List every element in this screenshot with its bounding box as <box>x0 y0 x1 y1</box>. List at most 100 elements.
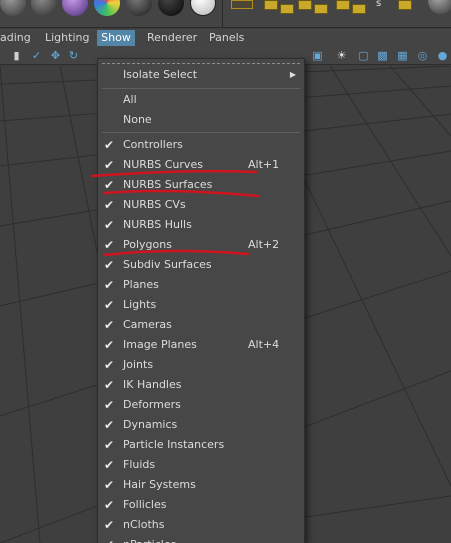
menu-item-label: All <box>123 93 137 106</box>
checkmark-icon: ✔ <box>103 518 115 532</box>
material-shelf-icon[interactable] <box>126 0 152 16</box>
grid-tool-icon[interactable] <box>398 0 412 10</box>
isolate-icon[interactable]: ◎ <box>416 49 429 62</box>
menu-item-nparticles[interactable]: ✔ nParticles <box>98 535 304 543</box>
menu-item-nurbs-surfaces[interactable]: ✔ NURBS Surfaces <box>98 175 304 195</box>
grid-tool-icon[interactable] <box>336 0 350 10</box>
camera-move-icon[interactable]: ✥ <box>49 49 62 62</box>
tumble-icon[interactable]: ↻ <box>67 49 80 62</box>
uv-tool-icon[interactable] <box>231 0 253 9</box>
menu-divider <box>102 132 300 133</box>
grid-tool-icon[interactable] <box>352 4 366 14</box>
menu-item-label: Joints <box>123 358 154 371</box>
material-shelf-icon[interactable] <box>94 0 120 16</box>
menu-item-label: Controllers <box>123 138 183 151</box>
menu-item-label: NURBS Surfaces <box>123 178 213 191</box>
submenu-arrow-icon: ▶ <box>289 70 296 79</box>
show-menu-dropdown: Isolate Select ▶ All None ✔ Controllers ✔ N… <box>97 58 305 543</box>
resolution-gate-icon[interactable]: ● <box>436 49 449 62</box>
menu-item-ik-handles[interactable]: ✔ IK Handles <box>98 375 304 395</box>
checkmark-icon: ✔ <box>103 158 115 172</box>
render-sphere-icon[interactable] <box>428 0 451 14</box>
grid-tool-icon[interactable] <box>298 0 312 10</box>
checkmark-icon: ✔ <box>103 258 115 272</box>
menu-shading[interactable]: ading <box>0 30 34 46</box>
menu-item-subdiv-surfaces[interactable]: ✔ Subdiv Surfaces <box>98 255 304 275</box>
panel-menu-bar: ading Lighting Show Renderer Panels <box>0 29 451 47</box>
sphere-shelf-icon[interactable] <box>31 0 57 16</box>
menu-item-nurbs-cvs[interactable]: ✔ NURBS CVs <box>98 195 304 215</box>
menu-item-none[interactable]: None <box>98 110 304 130</box>
shelf-divider <box>222 0 223 27</box>
menu-item-label: NURBS Hulls <box>123 218 192 231</box>
menu-item-label: Image Planes <box>123 338 197 351</box>
select-camera-icon[interactable]: ✓ <box>30 49 43 62</box>
menu-item-planes[interactable]: ✔ Planes <box>98 275 304 295</box>
menu-item-isolate-select[interactable]: Isolate Select ▶ <box>98 65 304 85</box>
menu-item-hair-systems[interactable]: ✔ Hair Systems <box>98 475 304 495</box>
shortcut-label: Alt+1 <box>248 158 280 171</box>
wireframe-icon[interactable]: ▩ <box>376 49 389 62</box>
menu-panels[interactable]: Panels <box>206 30 247 46</box>
menu-item-cameras[interactable]: ✔ Cameras <box>98 315 304 335</box>
menu-item-deformers[interactable]: ✔ Deformers <box>98 395 304 415</box>
menu-item-label: Particle Instancers <box>123 438 225 451</box>
checkmark-icon: ✔ <box>103 238 115 252</box>
menu-item-label: Isolate Select <box>123 68 198 81</box>
menu-item-polygons[interactable]: ✔ Polygons Alt+2 <box>98 235 304 255</box>
checkmark-icon: ✔ <box>103 278 115 292</box>
lighting-icon[interactable]: ☀ <box>335 49 348 62</box>
menu-item-nurbs-hulls[interactable]: ✔ NURBS Hulls <box>98 215 304 235</box>
menu-item-label: Deformers <box>123 398 181 411</box>
menu-item-nurbs-curves[interactable]: ✔ NURBS Curves Alt+1 <box>98 155 304 175</box>
menu-show[interactable]: Show <box>97 30 135 46</box>
checkmark-icon: ✔ <box>103 198 115 212</box>
shortcut-label: Alt+2 <box>248 238 280 251</box>
menu-item-label: Fluids <box>123 458 156 471</box>
material-shelf-icon[interactable] <box>158 0 184 16</box>
menu-item-label: IK Handles <box>123 378 182 391</box>
menu-item-controllers[interactable]: ✔ Controllers <box>98 135 304 155</box>
menu-item-label: Subdiv Surfaces <box>123 258 212 271</box>
menu-item-image-planes[interactable]: ✔ Image Planes Alt+4 <box>98 335 304 355</box>
menu-lighting[interactable]: Lighting <box>42 30 92 46</box>
material-shelf-icon[interactable] <box>62 0 88 16</box>
menu-item-label: NURBS Curves <box>123 158 203 171</box>
checkmark-icon: ✔ <box>103 318 115 332</box>
menu-item-joints[interactable]: ✔ Joints <box>98 355 304 375</box>
menu-item-follicles[interactable]: ✔ Follicles <box>98 495 304 515</box>
shelf-bar: s <box>0 0 451 28</box>
grid-tool-icon[interactable] <box>314 4 328 14</box>
sphere-shelf-icon[interactable] <box>0 0 26 16</box>
menu-item-fluids[interactable]: ✔ Fluids <box>98 455 304 475</box>
menu-item-label: Cameras <box>123 318 172 331</box>
shortcut-label: Alt+4 <box>248 338 280 351</box>
bookmark-icon[interactable]: ▮ <box>10 49 23 62</box>
checkmark-icon: ✔ <box>103 138 115 152</box>
film-gate-icon[interactable]: ▣ <box>311 49 324 62</box>
menu-item-all[interactable]: All <box>98 90 304 110</box>
menu-divider <box>102 88 300 89</box>
shaded-icon[interactable]: ▢ <box>357 49 370 62</box>
menu-item-label: nParticles <box>123 535 176 543</box>
checkmark-icon: ✔ <box>102 535 116 543</box>
menu-renderer[interactable]: Renderer <box>144 30 200 46</box>
menu-item-dynamics[interactable]: ✔ Dynamics <box>98 415 304 435</box>
menu-item-ncloths[interactable]: ✔ nCloths <box>98 515 304 535</box>
checkmark-icon: ✔ <box>103 178 115 192</box>
menu-item-label: Dynamics <box>123 418 178 431</box>
grid-tool-icon[interactable] <box>264 0 278 10</box>
checkmark-icon: ✔ <box>103 458 115 472</box>
menu-item-label: Hair Systems <box>123 478 196 491</box>
grid-tool-icon[interactable] <box>280 4 294 14</box>
checkmark-icon: ✔ <box>103 438 115 452</box>
menu-item-label: nCloths <box>123 518 165 531</box>
material-shelf-icon[interactable] <box>190 0 216 16</box>
menu-item-label: NURBS CVs <box>123 198 186 211</box>
script-icon[interactable]: s <box>376 0 381 9</box>
checkmark-icon: ✔ <box>103 338 115 352</box>
xray-icon[interactable]: ▦ <box>396 49 409 62</box>
menu-item-lights[interactable]: ✔ Lights <box>98 295 304 315</box>
checkmark-icon: ✔ <box>103 398 115 412</box>
menu-item-particle-instancers[interactable]: ✔ Particle Instancers <box>98 435 304 455</box>
